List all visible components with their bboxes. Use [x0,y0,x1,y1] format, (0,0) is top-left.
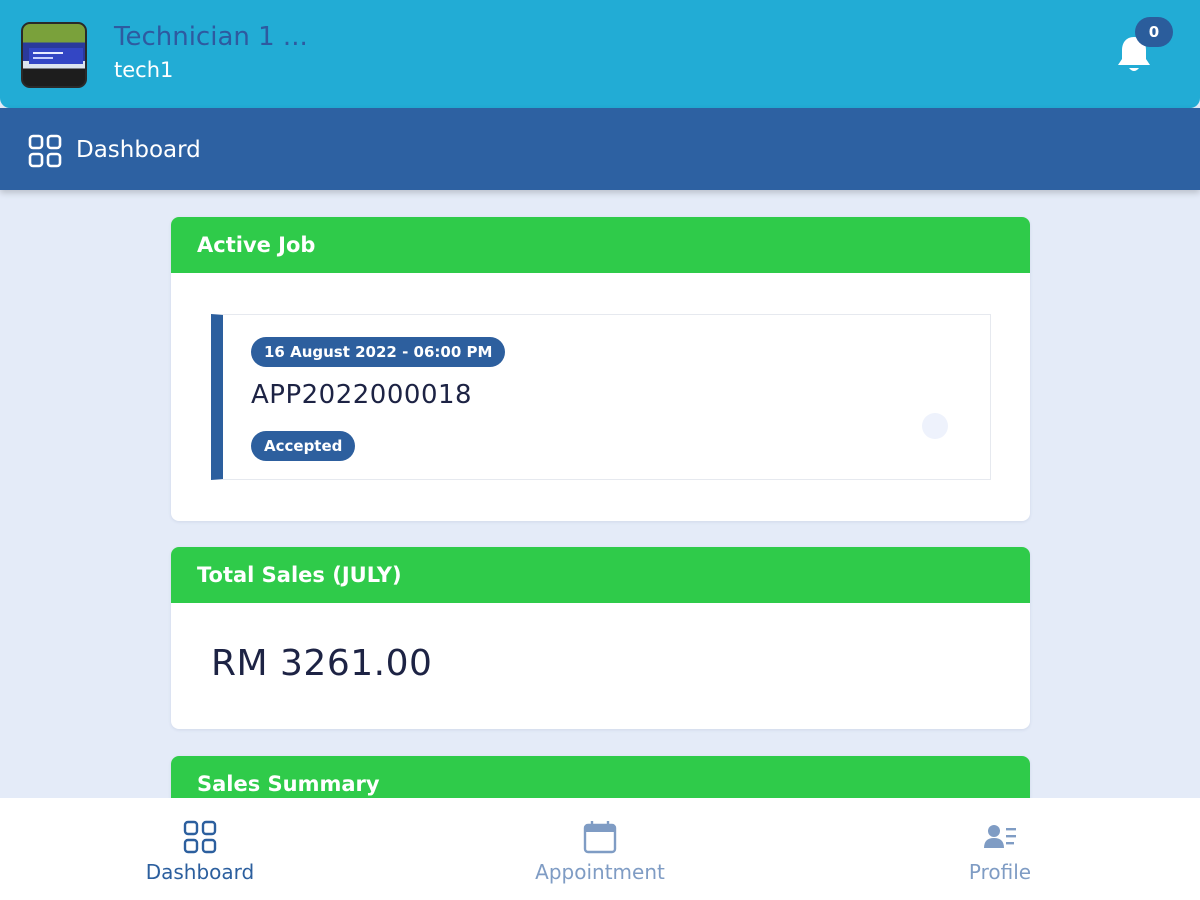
total-sales-heading: Total Sales (JULY) [171,547,1030,603]
total-sales-amount: RM 3261.00 [211,643,433,684]
nav-label-profile: Profile [968,860,1032,884]
job-code: APP2022000018 [251,380,473,410]
notification-count-badge[interactable]: 0 [1135,17,1173,47]
top-app-bar [0,0,1200,108]
active-job-item[interactable]: 16 August 2022 - 06:00 PM APP2022000018 … [211,314,991,480]
nav-item-profile[interactable]: Profile [900,798,1100,900]
job-indicator-dot [922,413,948,439]
active-job-heading: Active Job [171,217,1030,273]
active-job-card: Active Job 16 August 2022 - 06:00 PM APP… [171,217,1030,521]
total-sales-card: Total Sales (JULY) RM 3261.00 [171,547,1030,729]
job-status-badge: Accepted [251,431,356,461]
nav-item-appointment[interactable]: Appointment [500,798,700,900]
user-id: tech1 [114,58,174,82]
avatar-logo-band [29,48,83,64]
grid-icon [183,820,217,854]
nav-label-dashboard: Dashboard [145,860,255,884]
nav-item-dashboard[interactable]: Dashboard [100,798,300,900]
calendar-icon [583,821,617,854]
page-title: Dashboard [76,137,201,163]
user-display-name: Technician 1 ... [114,22,308,52]
user-avatar[interactable] [21,22,87,88]
bottom-navigation: Dashboard Appointment Profile [0,798,1200,900]
nav-label-appointment: Appointment [535,860,665,884]
profile-card-icon [984,825,1016,848]
grid-icon [28,134,62,168]
job-datetime-badge: 16 August 2022 - 06:00 PM [251,337,506,367]
